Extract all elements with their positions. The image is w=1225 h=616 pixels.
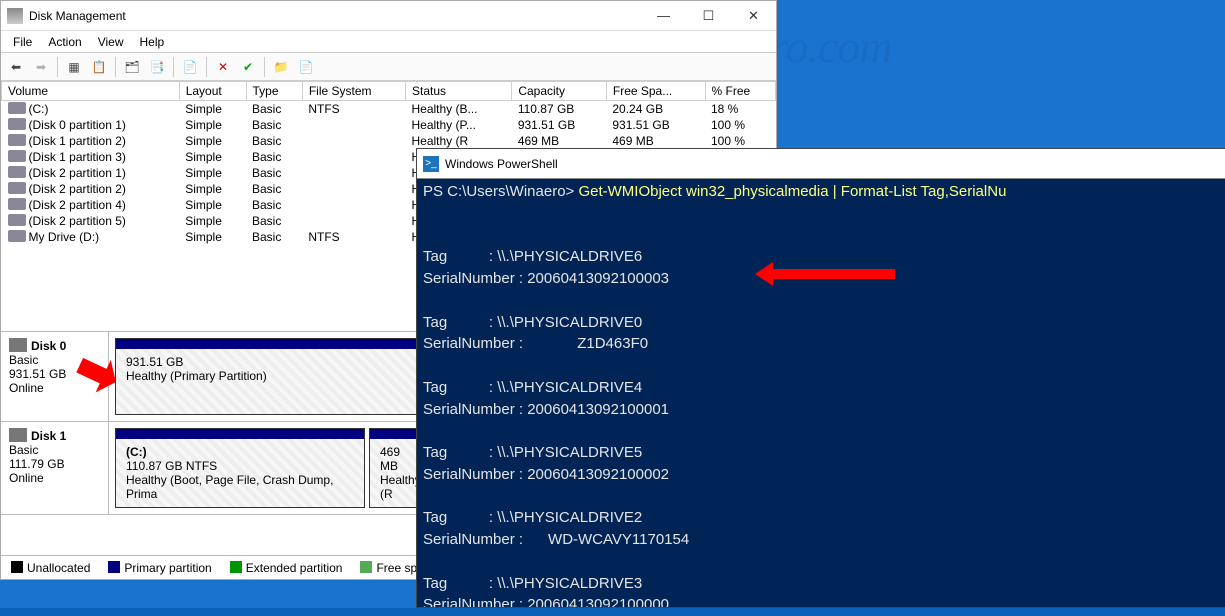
properties-icon[interactable]: 📑 <box>146 56 168 78</box>
volume-icon <box>8 198 26 210</box>
legend-item: Unallocated <box>11 561 90 575</box>
refresh-icon[interactable]: 🗂 <box>121 56 143 78</box>
partition-box[interactable]: (C:)110.87 GB NTFSHealthy (Boot, Page Fi… <box>115 428 365 508</box>
volume-icon <box>8 118 26 130</box>
grid-icon[interactable]: ▦ <box>63 56 85 78</box>
new-icon[interactable]: 📄 <box>295 56 317 78</box>
action1-icon[interactable]: 📄 <box>179 56 201 78</box>
volume-icon <box>8 166 26 178</box>
volume-row[interactable]: (C:)SimpleBasicNTFSHealthy (B...110.87 G… <box>2 101 776 118</box>
back-icon[interactable]: ⬅ <box>5 56 27 78</box>
ps-output[interactable]: PS C:\Users\Winaero> Get-WMIObject win32… <box>417 179 1225 607</box>
taskbar-sliver <box>0 608 1225 616</box>
diskmgmt-icon <box>7 8 23 24</box>
column-header[interactable]: Capacity <box>512 82 607 101</box>
column-header[interactable]: File System <box>302 82 405 101</box>
disk-icon <box>9 338 27 352</box>
minimize-button[interactable]: — <box>641 2 686 30</box>
forward-icon[interactable]: ➡ <box>30 56 52 78</box>
disk-header[interactable]: Disk 1Basic111.79 GBOnline <box>1 422 109 514</box>
toolbar: ⬅ ➡ ▦ 📋 🗂 📑 📄 ✕ ✔ 📁 📄 <box>1 53 776 81</box>
column-header[interactable]: Layout <box>179 82 246 101</box>
column-header[interactable]: % Free <box>705 82 776 101</box>
powershell-window: >_ Windows PowerShell PS C:\Users\Winaer… <box>416 148 1225 608</box>
menu-help[interactable]: Help <box>134 33 171 51</box>
volume-icon <box>8 230 26 242</box>
powershell-icon: >_ <box>423 156 439 172</box>
delete-icon[interactable]: ✕ <box>212 56 234 78</box>
volume-row[interactable]: (Disk 1 partition 2)SimpleBasicHealthy (… <box>2 133 776 149</box>
menu-file[interactable]: File <box>7 33 38 51</box>
ps-titlebar[interactable]: >_ Windows PowerShell <box>417 149 1225 179</box>
close-button[interactable]: ✕ <box>731 2 776 30</box>
volume-icon <box>8 214 26 226</box>
legend-item: Extended partition <box>230 561 343 575</box>
window-title: Disk Management <box>29 9 641 23</box>
column-header[interactable]: Status <box>405 82 511 101</box>
check-icon[interactable]: ✔ <box>237 56 259 78</box>
column-header[interactable]: Volume <box>2 82 180 101</box>
column-header[interactable]: Type <box>246 82 302 101</box>
disk-header[interactable]: Disk 0Basic931.51 GBOnline <box>1 332 109 421</box>
titlebar[interactable]: Disk Management — ☐ ✕ <box>1 1 776 31</box>
volume-icon <box>8 150 26 162</box>
volume-row[interactable]: (Disk 0 partition 1)SimpleBasicHealthy (… <box>2 117 776 133</box>
volume-icon <box>8 134 26 146</box>
menubar: File Action View Help <box>1 31 776 53</box>
legend-item: Primary partition <box>108 561 211 575</box>
disk-icon <box>9 428 27 442</box>
partition-box[interactable]: 931.51 GBHealthy (Primary Partition) <box>115 338 425 415</box>
volume-icon <box>8 102 26 114</box>
menu-view[interactable]: View <box>92 33 130 51</box>
menu-action[interactable]: Action <box>42 33 87 51</box>
maximize-button[interactable]: ☐ <box>686 2 731 30</box>
ps-title-text: Windows PowerShell <box>445 157 558 171</box>
volume-icon <box>8 182 26 194</box>
list-icon[interactable]: 📋 <box>88 56 110 78</box>
column-header[interactable]: Free Spa... <box>606 82 705 101</box>
folder-icon[interactable]: 📁 <box>270 56 292 78</box>
